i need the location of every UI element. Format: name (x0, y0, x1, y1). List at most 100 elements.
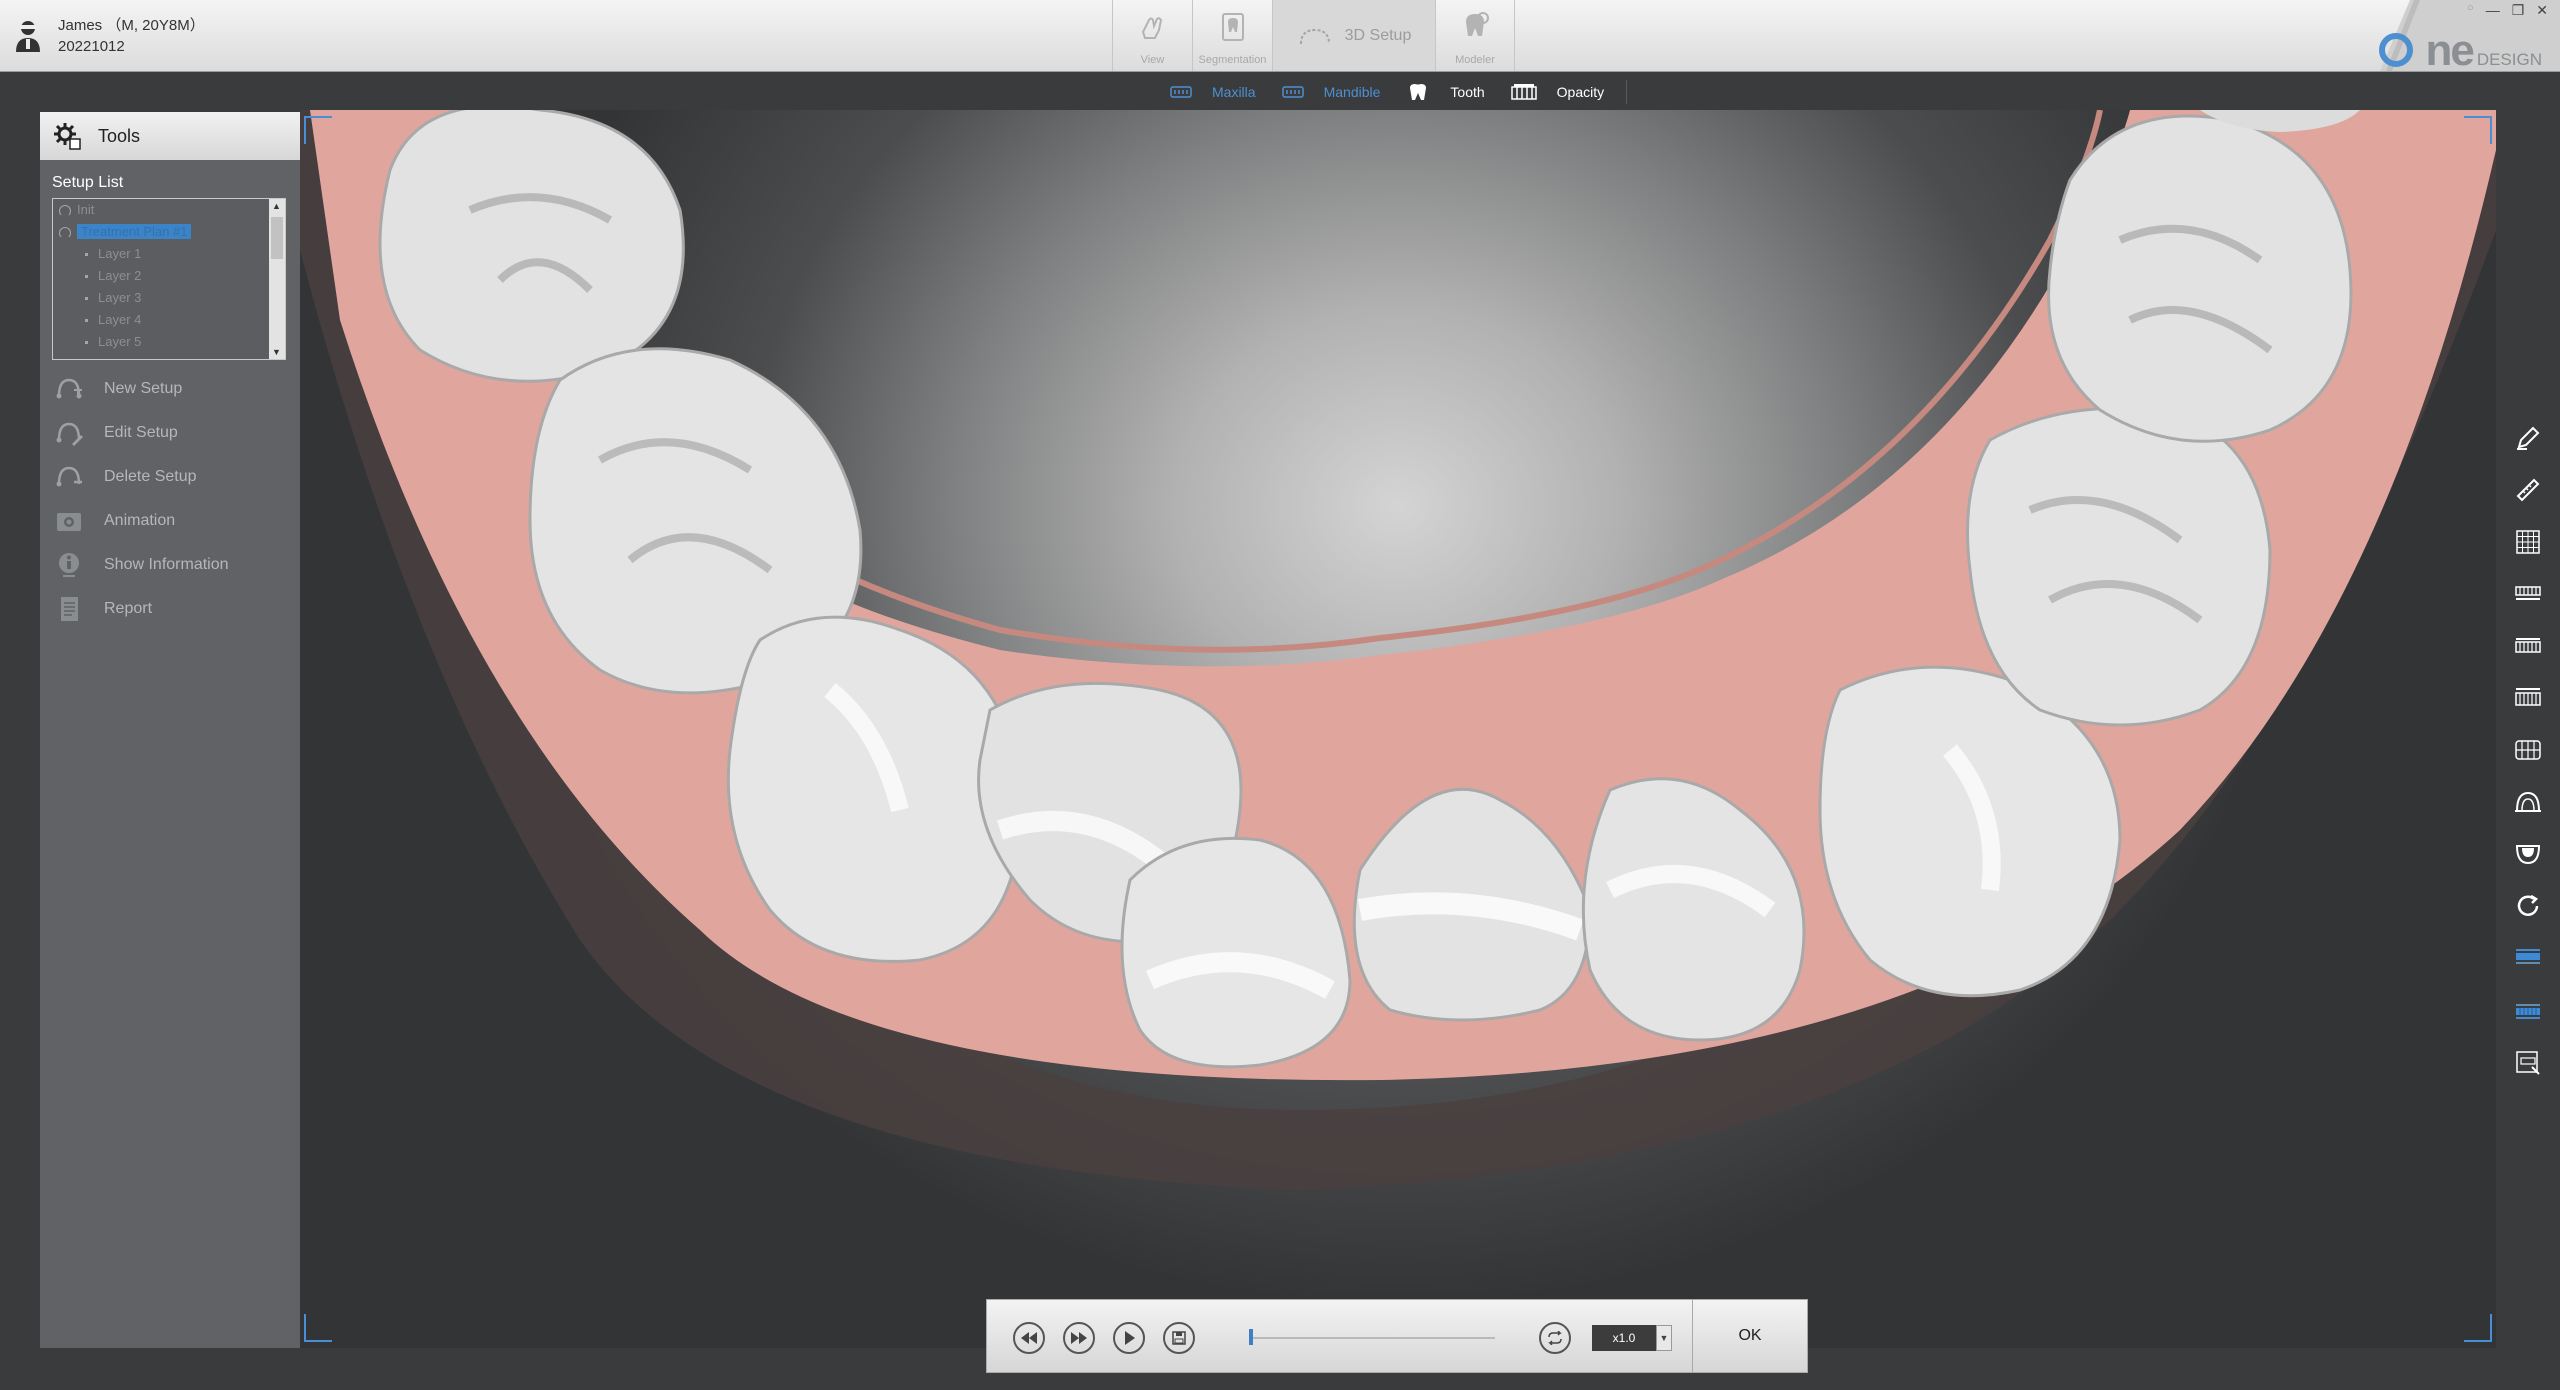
ok-button[interactable]: OK (1693, 1300, 1807, 1372)
patient-info: James （M, 20Y8M） 20221012 (14, 14, 205, 58)
maxilla-label: Maxilla (1212, 84, 1256, 100)
maxilla-view-button[interactable] (2510, 932, 2546, 984)
play-icon (1125, 1331, 1135, 1345)
patient-name: James （M, 20Y8M） (58, 17, 205, 34)
menu-item-label: Animation (104, 512, 176, 529)
tab-segmentation[interactable]: Segmentation (1192, 0, 1272, 71)
view-front-button[interactable] (2510, 620, 2546, 672)
teeth-back-icon (2515, 740, 2541, 760)
setup-list[interactable]: Init Treatment Plan #1 Layer 1 Layer 2 L… (52, 198, 286, 360)
layer-label: Layer 3 (98, 290, 142, 305)
info-icon (59, 553, 79, 577)
setup-item-treatment-plan[interactable]: Treatment Plan #1 (53, 221, 285, 243)
timeline-slider[interactable] (1249, 1337, 1495, 1339)
setup-item-label: Treatment Plan #1 (77, 224, 192, 239)
rewind-button[interactable] (1013, 1322, 1045, 1354)
logo-sub-text: DESIGN (2476, 50, 2542, 69)
grid-toggle-button[interactable] (2510, 516, 2546, 568)
tab-view[interactable]: View (1112, 0, 1192, 71)
layer-label: Layer 1 (98, 246, 142, 261)
play-button[interactable] (1113, 1322, 1145, 1354)
right-toolbar (2510, 412, 2546, 1088)
save-icon (1172, 1331, 1186, 1345)
tab-3d-setup[interactable]: 3D Setup (1272, 0, 1435, 71)
mandible-view-button[interactable] (2510, 984, 2546, 1036)
layer-item[interactable]: Layer 5 (53, 331, 285, 353)
3d-viewport[interactable] (300, 110, 2496, 1348)
mandible-icon (1281, 86, 1304, 98)
speed-select[interactable]: x1.0 (1592, 1325, 1656, 1351)
menu-item-label: New Setup (104, 380, 183, 397)
ruler-icon (2516, 478, 2540, 502)
tools-panel-title: Tools (98, 125, 141, 146)
mandible-toggle[interactable]: Mandible (1281, 84, 1380, 100)
toolbar-divider (1626, 80, 1628, 104)
viewport-corner-bl (304, 1314, 332, 1342)
view-occlusal-button[interactable] (2510, 568, 2546, 620)
layer-label: Layer 2 (98, 268, 142, 283)
viewport-corner-br (2464, 1314, 2492, 1342)
animation-button[interactable]: Animation (40, 499, 300, 543)
layer-item[interactable]: Layer 4 (53, 309, 285, 331)
layer-item[interactable]: Layer 3 (53, 287, 285, 309)
view-back-button[interactable] (2510, 724, 2546, 776)
mandible-model[interactable] (300, 110, 2496, 1348)
animation-icon (57, 513, 81, 531)
chevron-down-icon[interactable]: ▼ (1656, 1325, 1672, 1351)
rewind-icon (1021, 1332, 1037, 1344)
tooth-toggle[interactable]: Tooth (1406, 82, 1485, 102)
delete-setup-button[interactable]: Delete Setup (40, 455, 300, 499)
delete-setup-icon (56, 466, 82, 487)
fast-forward-button[interactable] (1063, 1322, 1095, 1354)
help-button[interactable]: ○ (2467, 2, 2474, 19)
playback-bar: x1.0 ▼ OK (986, 1299, 1808, 1373)
screenshot-button[interactable] (2510, 1036, 2546, 1088)
close-button[interactable]: ✕ (2536, 2, 2548, 19)
save-frame-button[interactable] (1163, 1322, 1195, 1354)
patient-date: 20221012 (58, 38, 125, 55)
opacity-toggle[interactable]: Opacity (1510, 83, 1604, 101)
layer-item[interactable]: Layer 1 (53, 243, 285, 265)
reset-view-button[interactable] (2510, 880, 2546, 932)
edit-setup-button[interactable]: Edit Setup (40, 411, 300, 455)
logo-main-text: ne (2425, 26, 2474, 75)
scroll-up-icon[interactable]: ▲ (272, 201, 281, 211)
timeline-slider-knob[interactable] (1249, 1329, 1253, 1345)
viewport-corner-tl (304, 116, 332, 144)
arch-icon (2515, 791, 2541, 812)
draw-tool-button[interactable] (2510, 412, 2546, 464)
scroll-thumb[interactable] (271, 217, 283, 259)
arch-view-button[interactable] (2510, 776, 2546, 828)
setup-item-label: Init (77, 202, 95, 217)
view-side-button[interactable] (2510, 672, 2546, 724)
jaw-shape-button[interactable] (2510, 828, 2546, 880)
report-button[interactable]: Report (40, 587, 300, 631)
mode-tabs: View Segmentation 3D Setup Modeler (1112, 0, 1515, 71)
new-setup-button[interactable]: New Setup (40, 367, 300, 411)
app-logo: ○ — ❐ ✕ ne DESIGN (2340, 0, 2560, 75)
rotate-icon (2517, 894, 2539, 916)
setup-item-init[interactable]: Init (53, 199, 285, 221)
tab-modeler[interactable]: Modeler (1435, 0, 1515, 71)
modeler-icon (1466, 12, 1489, 36)
tools-panel-header: Tools (40, 112, 300, 160)
hand-icon (1141, 17, 1162, 39)
menu-item-label: Report (104, 600, 153, 617)
loop-button[interactable] (1539, 1322, 1571, 1354)
maxilla-toggle[interactable]: Maxilla (1170, 84, 1256, 100)
jaw-view-icon (2515, 586, 2541, 600)
menu-item-label: Delete Setup (104, 468, 197, 485)
menu-item-label: Show Information (104, 556, 229, 573)
scroll-down-icon[interactable]: ▼ (272, 347, 281, 357)
segmentation-icon (1221, 13, 1244, 41)
layer-item[interactable]: Layer 2 (53, 265, 285, 287)
measure-tool-button[interactable] (2510, 464, 2546, 516)
minimize-button[interactable]: — (2486, 2, 2500, 19)
fast-forward-icon (1071, 1332, 1087, 1344)
show-information-button[interactable]: Show Information (40, 543, 300, 587)
title-bar: James （M, 20Y8M） 20221012 View Segmentat… (0, 0, 2560, 75)
layer-label: Layer 4 (98, 312, 142, 327)
setup-list-scrollbar[interactable]: ▲ ▼ (269, 199, 285, 359)
restore-button[interactable]: ❐ (2512, 2, 2525, 19)
loop-icon (1548, 1331, 1562, 1345)
